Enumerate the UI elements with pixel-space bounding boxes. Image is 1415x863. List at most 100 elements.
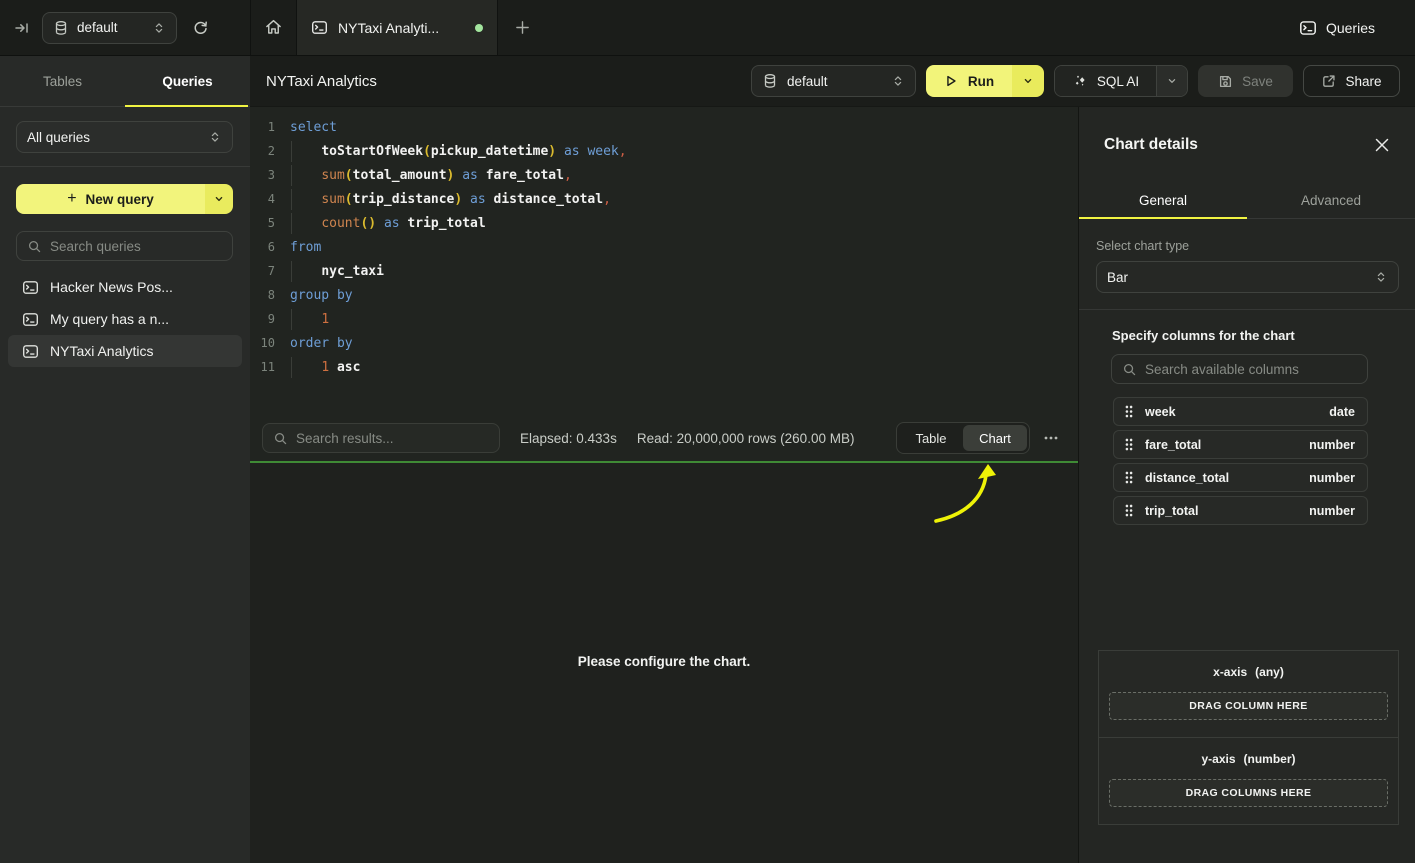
code-text: from [290,240,321,255]
run-label: Run [968,74,994,89]
tab-title: NYTaxi Analyti... [338,20,465,36]
sidebar-tabs: Tables Queries [0,56,250,107]
save-icon [1218,74,1233,89]
editor-header-controls: default Run [751,65,1415,97]
home-tab-button[interactable] [250,0,296,55]
topbar-spacer [546,0,1299,55]
code-line: 7 nyc_taxi [250,259,1078,283]
plus-icon [515,20,530,35]
topbar-database-value: default [77,20,118,35]
drag-handle-icon[interactable] [1124,470,1134,485]
run-button[interactable]: Run [926,65,1012,97]
collapse-sidebar-button[interactable] [2,0,42,56]
chevron-down-icon [213,193,225,205]
code-line: 3 sum(total_amount) as fare_total, [250,163,1078,187]
code-line: 2 toStartOfWeek(pickup_datetime) as week… [250,139,1078,163]
chart-type-select[interactable]: Bar [1096,261,1399,293]
results-toolbar: Elapsed: 0.433s Read: 20,000,000 rows (2… [250,415,1078,461]
close-panel-button[interactable] [1375,138,1389,152]
code-text: order by [290,336,353,351]
topbar: default NYTaxi Analyti... [0,0,1415,56]
column-row-distance-total[interactable]: distance_total number [1113,463,1368,492]
share-button[interactable]: Share [1303,65,1400,97]
code-text: sum(total_amount) as fare_total, [290,168,572,183]
query-search-input[interactable] [50,239,222,254]
query-search[interactable] [16,231,233,261]
table-view-button[interactable]: Table [899,425,963,451]
chevron-updown-icon [208,130,222,144]
chart-details-panel: Chart details General Advanced Select ch… [1078,107,1415,863]
line-number: 6 [250,240,275,254]
elapsed-time: Elapsed: 0.433s [520,431,617,446]
chart-type-value: Bar [1107,270,1128,285]
drag-handle-icon[interactable] [1124,503,1134,518]
results-search-input[interactable] [296,431,489,446]
code-line: 1select [250,115,1078,139]
line-number: 3 [250,168,275,182]
code-text: nyc_taxi [290,264,384,279]
sql-ai-label: SQL AI [1097,74,1139,89]
axis-drop-sections: x-axis(any) DRAG COLUMN HERE y-axis(numb… [1098,650,1399,825]
y-axis-drop-zone[interactable]: DRAG COLUMNS HERE [1109,779,1388,807]
code-text: toStartOfWeek(pickup_datetime) as week, [290,144,627,159]
editor-column: 1select2 toStartOfWeek(pickup_datetime) … [250,107,1078,863]
results-search[interactable] [262,423,500,453]
sql-ai-options-button[interactable] [1156,66,1187,96]
line-number: 9 [250,312,275,326]
new-query-main[interactable]: + New query [16,184,205,214]
chart-area: Please configure the chart. [250,463,1078,863]
line-number: 5 [250,216,275,230]
column-row-fare-total[interactable]: fare_total number [1113,430,1368,459]
code-line: 5 count() as trip_total [250,211,1078,235]
query-terminal-icon [22,311,39,328]
line-number: 7 [250,264,275,278]
tab-strip: NYTaxi Analyti... [250,0,546,55]
sidebar-tab-queries[interactable]: Queries [125,56,250,106]
query-list-item[interactable]: Hacker News Pos... [8,271,242,303]
queries-nav-link[interactable]: Queries [1299,0,1375,55]
y-axis-section: y-axis (number) DRAG COLUMNS HERE [1098,738,1399,825]
code-text: group by [290,288,353,303]
query-list-item-selected[interactable]: NYTaxi Analytics [8,335,242,367]
sql-editor[interactable]: 1select2 toStartOfWeek(pickup_datetime) … [250,107,1078,415]
save-button[interactable]: Save [1198,65,1293,97]
share-label: Share [1345,74,1381,89]
columns-search[interactable] [1111,354,1368,384]
query-terminal-icon [22,343,39,360]
refresh-button[interactable] [182,0,218,56]
x-axis-drop-zone[interactable]: DRAG COLUMN HERE [1109,692,1388,720]
run-options-button[interactable] [1012,65,1044,97]
column-row-week[interactable]: week date [1113,397,1368,426]
query-list-item[interactable]: My query has a n... [8,303,242,335]
drag-handle-icon[interactable] [1124,437,1134,452]
tab-advanced[interactable]: Advanced [1247,182,1415,218]
new-query-button[interactable]: + New query [16,184,233,214]
topbar-database-select[interactable]: default [42,12,177,44]
chart-placeholder-message: Please configure the chart. [250,654,1078,669]
query-filter-select[interactable]: All queries [16,121,233,153]
code-line: 6 from [250,235,1078,259]
sql-ai-button[interactable]: SQL AI [1055,66,1156,96]
rows-read-stats: Read: 20,000,000 rows (260.00 MB) [637,431,855,446]
sidebar-tab-tables[interactable]: Tables [0,56,125,106]
columns-search-input[interactable] [1145,362,1357,377]
y-axis-type: (number) [1244,752,1296,766]
drag-handle-icon[interactable] [1124,404,1134,419]
tab-general[interactable]: General [1079,182,1247,218]
database-icon [53,20,69,36]
sql-ai-button-group: SQL AI [1054,65,1188,97]
editor-database-select[interactable]: default [751,65,916,97]
chart-view-button[interactable]: Chart [963,425,1027,451]
column-row-trip-total[interactable]: trip_total number [1113,496,1368,525]
tab-nytaxi-analytics[interactable]: NYTaxi Analyti... [296,0,498,55]
new-query-dropdown[interactable] [205,184,233,214]
chevron-down-icon [1022,75,1034,87]
new-tab-button[interactable] [498,0,546,55]
chart-panel-title: Chart details [1104,136,1198,154]
code-text: 1 asc [290,360,360,375]
column-type: number [1309,471,1355,485]
line-number: 2 [250,144,275,158]
more-options-button[interactable] [1036,423,1066,453]
unsaved-changes-dot [475,24,483,32]
y-axis-label: y-axis [1201,752,1235,766]
